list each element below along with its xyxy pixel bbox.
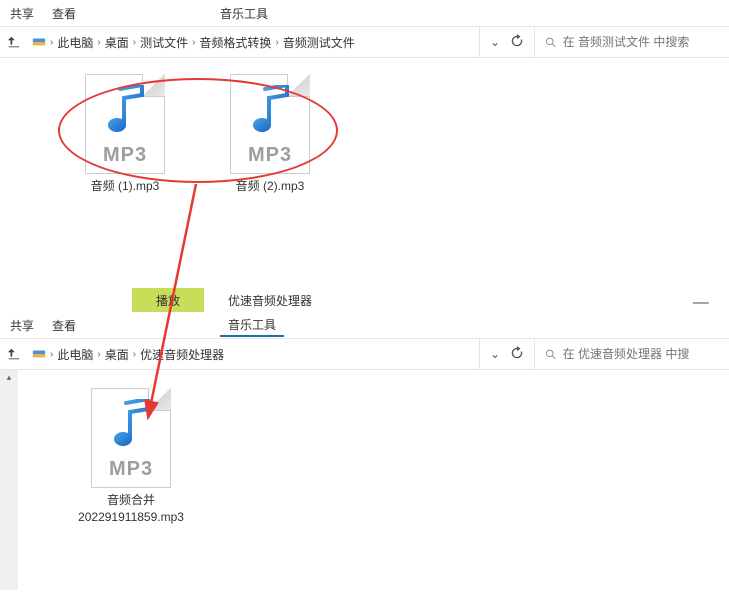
file-name: 音频 (2).mp3 xyxy=(236,178,305,195)
title-bar: 播放 优速音频处理器 — xyxy=(0,288,729,312)
drive-icon xyxy=(32,347,46,361)
minimize-button[interactable]: — xyxy=(693,294,709,312)
menu-music-tools[interactable]: 音乐工具 xyxy=(220,313,284,337)
scrollbar[interactable]: ▴ xyxy=(0,370,18,590)
history-dropdown[interactable]: ⌄ xyxy=(490,35,500,49)
refresh-button[interactable] xyxy=(510,34,524,51)
crumb-2[interactable]: 测试文件 xyxy=(140,34,188,51)
address-bar: › 此电脑 › 桌面 › 优速音频处理器 ⌄ xyxy=(0,338,729,370)
file-type-label: MP3 xyxy=(86,144,164,167)
folder-up-icon xyxy=(7,347,21,361)
search-input[interactable] xyxy=(563,347,719,361)
nav-up-button[interactable] xyxy=(0,347,28,361)
crumb-0[interactable]: 此电脑 xyxy=(57,34,93,51)
address-controls: ⌄ xyxy=(479,339,534,369)
chevron-right-icon: › xyxy=(50,37,53,48)
address-bar: › 此电脑 › 桌面 › 测试文件 › 音频格式转换 › 音频测试文件 ⌄ xyxy=(0,26,729,58)
menu-view[interactable]: 查看 xyxy=(52,317,76,334)
chevron-right-icon: › xyxy=(97,37,100,48)
file-item[interactable]: MP3 音频合并202291911859.mp3 xyxy=(66,388,196,526)
music-note-icon xyxy=(110,399,154,449)
breadcrumb[interactable]: › 此电脑 › 桌面 › 优速音频处理器 xyxy=(28,346,479,363)
music-note-icon xyxy=(104,85,148,135)
menu-share[interactable]: 共享 xyxy=(10,317,34,334)
breadcrumb[interactable]: › 此电脑 › 桌面 › 测试文件 › 音频格式转换 › 音频测试文件 xyxy=(28,34,479,51)
scroll-up-icon[interactable]: ▴ xyxy=(7,370,12,385)
drive-icon xyxy=(32,35,46,49)
crumb-1[interactable]: 桌面 xyxy=(105,34,129,51)
folder-up-icon xyxy=(7,35,21,49)
chevron-right-icon: › xyxy=(97,349,100,360)
crumb-1[interactable]: 桌面 xyxy=(105,346,129,363)
chevron-right-icon: › xyxy=(133,349,136,360)
menu-music-tools[interactable]: 音乐工具 xyxy=(220,1,268,25)
menu-view[interactable]: 查看 xyxy=(52,5,76,22)
search-input[interactable] xyxy=(563,35,719,49)
file-pane[interactable]: ▴ MP3 音频合并202291911859.mp3 xyxy=(0,370,729,590)
menu-share[interactable]: 共享 xyxy=(10,5,34,22)
top-window: 共享 查看 音乐工具 › 此电脑 › 桌面 › 测试文件 › 音频格式转换 › … xyxy=(0,0,729,288)
crumb-0[interactable]: 此电脑 xyxy=(57,346,93,363)
play-tab[interactable]: 播放 xyxy=(132,288,204,312)
chevron-right-icon: › xyxy=(133,37,136,48)
menubar: 共享 查看 音乐工具 xyxy=(0,312,729,338)
mp3-file-icon: MP3 xyxy=(91,388,171,488)
menubar: 共享 查看 音乐工具 xyxy=(0,0,729,26)
file-type-label: MP3 xyxy=(231,144,309,167)
chevron-right-icon: › xyxy=(192,37,195,48)
search-icon xyxy=(545,36,557,49)
file-item[interactable]: MP3 音频 (1).mp3 xyxy=(60,74,190,195)
chevron-right-icon: › xyxy=(50,349,53,360)
crumb-3[interactable]: 音频格式转换 xyxy=(199,34,271,51)
music-note-icon xyxy=(249,85,293,135)
search-box[interactable] xyxy=(534,27,729,57)
search-icon xyxy=(545,348,557,361)
bottom-window: 播放 优速音频处理器 — 共享 查看 音乐工具 › 此电脑 › 桌面 › 优速音… xyxy=(0,288,729,590)
file-pane[interactable]: MP3 音频 (1).mp3 MP3 音频 (2).mp3 xyxy=(0,58,729,288)
file-type-label: MP3 xyxy=(92,458,170,481)
nav-up-button[interactable] xyxy=(0,35,28,49)
window-title: 优速音频处理器 xyxy=(228,288,312,312)
history-dropdown[interactable]: ⌄ xyxy=(490,347,500,361)
crumb-2[interactable]: 优速音频处理器 xyxy=(140,346,224,363)
refresh-button[interactable] xyxy=(510,346,524,363)
search-box[interactable] xyxy=(534,339,729,369)
file-name: 音频 (1).mp3 xyxy=(91,178,160,195)
chevron-right-icon: › xyxy=(275,37,278,48)
file-name: 音频合并202291911859.mp3 xyxy=(78,492,184,526)
mp3-file-icon: MP3 xyxy=(230,74,310,174)
file-item[interactable]: MP3 音频 (2).mp3 xyxy=(205,74,335,195)
address-controls: ⌄ xyxy=(479,27,534,57)
crumb-4[interactable]: 音频测试文件 xyxy=(283,34,355,51)
mp3-file-icon: MP3 xyxy=(85,74,165,174)
